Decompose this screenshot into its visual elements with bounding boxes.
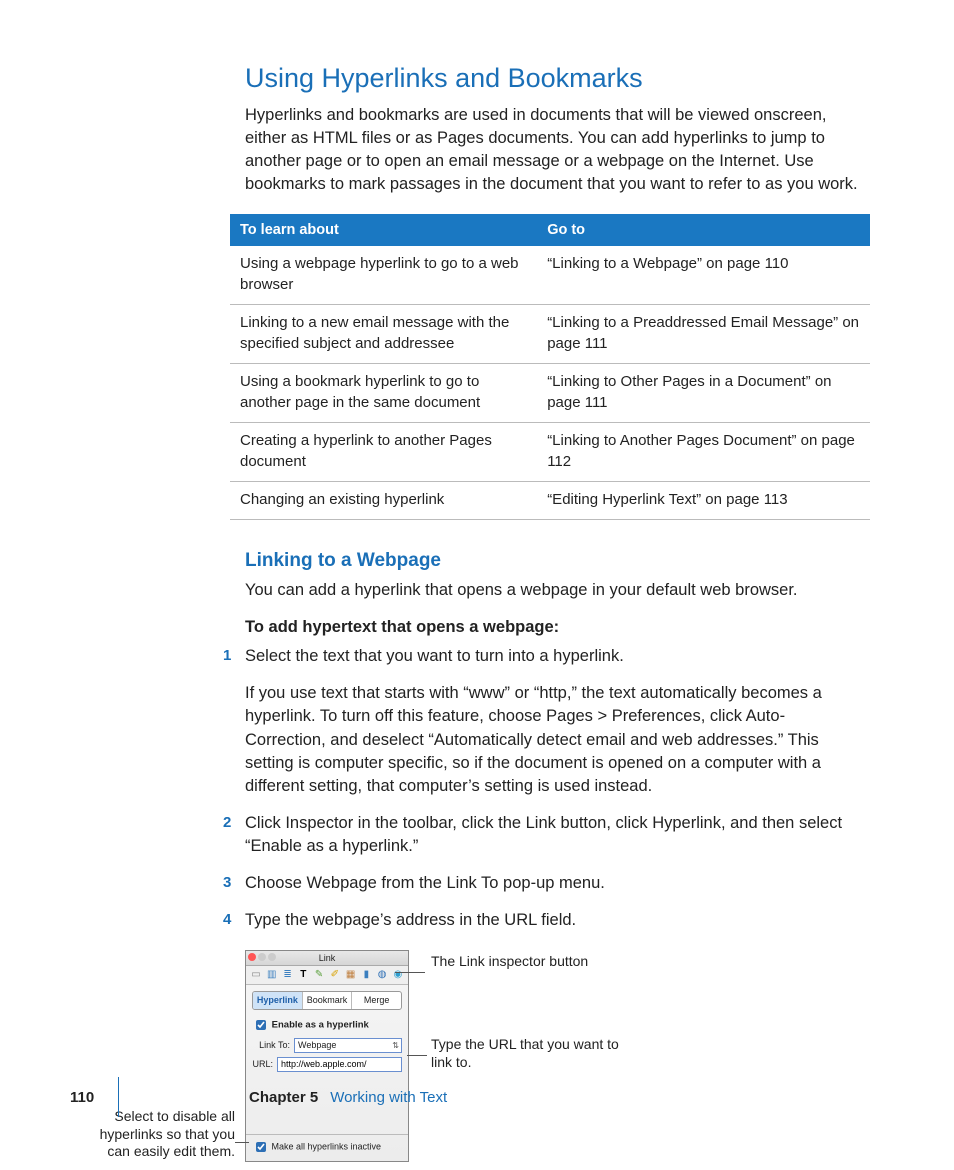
section-heading: Using Hyperlinks and Bookmarks (245, 60, 864, 98)
subsection-intro: You can add a hyperlink that opens a web… (245, 579, 864, 602)
table-cell-learn: Using a bookmark hyperlink to go to anot… (230, 364, 537, 423)
callout-link-button: The Link inspector button (431, 952, 588, 970)
link-inspector-window: Link ▭ ▥ ≣ T ✎ ✐ ▦ ▮ ◍ ◉ Hyperlink Bookm… (245, 950, 409, 1162)
procedure-heading: To add hypertext that opens a webpage: (245, 616, 864, 639)
chapter-label: Chapter 5 (249, 1087, 318, 1108)
document-inspector-icon[interactable]: ▭ (250, 969, 262, 981)
step-extra: If you use text that starts with “www” o… (245, 682, 864, 797)
step-text: Type the webpage’s address in the URL fi… (245, 911, 576, 929)
graphic-inspector-icon[interactable]: ✎ (313, 969, 325, 981)
callout-leader (235, 1142, 249, 1143)
chart-inspector-icon[interactable]: ▮ (360, 969, 372, 981)
table-header-goto: Go to (537, 214, 870, 246)
inactive-row: Make all hyperlinks inactive (246, 1134, 408, 1161)
quicktime-inspector-icon[interactable]: ◉ (392, 969, 404, 981)
table-row: Using a webpage hyperlink to go to a web… (230, 246, 870, 305)
subsection-heading: Linking to a Webpage (245, 548, 864, 575)
wrap-inspector-icon[interactable]: ≣ (282, 969, 294, 981)
intro-paragraph: Hyperlinks and bookmarks are used in doc… (245, 104, 864, 196)
inspector-titlebar: Link (246, 951, 408, 966)
step-text: Click Inspector in the toolbar, click th… (245, 814, 842, 855)
url-label: URL: (252, 1058, 273, 1071)
table-row: Linking to a new email message with the … (230, 305, 870, 364)
enable-hyperlink-label: Enable as a hyperlink (272, 1019, 369, 1030)
step-item: 2 Click Inspector in the toolbar, click … (245, 812, 864, 858)
table-inspector-icon[interactable]: ▦ (345, 969, 357, 981)
url-input[interactable] (277, 1057, 402, 1072)
page-number: 110 (70, 1087, 114, 1108)
enable-hyperlink-checkbox[interactable] (256, 1020, 266, 1030)
table-header-learn: To learn about (230, 214, 537, 246)
step-item: 3 Choose Webpage from the Link To pop-up… (245, 872, 864, 895)
url-field-row: URL: (246, 1055, 408, 1074)
table-cell-learn: Creating a hyperlink to another Pages do… (230, 423, 537, 482)
enable-hyperlink-row: Enable as a hyperlink (246, 1014, 408, 1036)
linkto-field: Link To: Webpage (246, 1036, 408, 1055)
linkto-select[interactable]: Webpage (294, 1038, 402, 1053)
table-cell-learn: Linking to a new email message with the … (230, 305, 537, 364)
table-header-row: To learn about Go to (230, 214, 870, 246)
inspector-title-text: Link (319, 953, 336, 963)
step-number: 3 (223, 872, 231, 893)
link-inspector-icon[interactable]: ◍ (376, 969, 388, 981)
table-row: Using a bookmark hyperlink to go to anot… (230, 364, 870, 423)
step-number: 1 (223, 645, 231, 666)
tab-bookmark[interactable]: Bookmark (303, 992, 353, 1009)
table-cell-goto: “Linking to Other Pages in a Document” o… (537, 364, 870, 423)
minimize-icon (258, 953, 266, 961)
table-cell-goto: “Linking to a Preaddressed Email Message… (537, 305, 870, 364)
zoom-icon (268, 953, 276, 961)
table-cell-goto: “Linking to Another Pages Document” on p… (537, 423, 870, 482)
window-traffic-lights (248, 953, 276, 961)
callout-leader (395, 972, 425, 973)
reference-table: To learn about Go to Using a webpage hyp… (230, 214, 870, 520)
text-inspector-icon[interactable]: T (297, 969, 309, 981)
procedure-steps: 1 Select the text that you want to turn … (245, 645, 864, 932)
tab-hyperlink[interactable]: Hyperlink (253, 992, 303, 1009)
table-cell-learn: Using a webpage hyperlink to go to a web… (230, 246, 537, 305)
table-cell-goto: “Editing Hyperlink Text” on page 113 (537, 482, 870, 520)
chapter-title: Working with Text (330, 1087, 447, 1108)
metrics-inspector-icon[interactable]: ✐ (329, 969, 341, 981)
table-cell-learn: Changing an existing hyperlink (230, 482, 537, 520)
linkto-label: Link To: (252, 1039, 290, 1052)
table-cell-goto: “Linking to a Webpage” on page 110 (537, 246, 870, 305)
step-item: 1 Select the text that you want to turn … (245, 645, 864, 798)
tab-merge[interactable]: Merge (352, 992, 401, 1009)
inspector-icon-toolbar: ▭ ▥ ≣ T ✎ ✐ ▦ ▮ ◍ ◉ (246, 966, 408, 985)
callout-leader (407, 1055, 427, 1056)
page-footer: 110 Chapter 5 Working with Text (70, 1077, 874, 1117)
make-inactive-checkbox[interactable] (256, 1142, 266, 1152)
step-text: Choose Webpage from the Link To pop-up m… (245, 874, 605, 892)
step-number: 4 (223, 909, 231, 930)
layout-inspector-icon[interactable]: ▥ (266, 969, 278, 981)
step-text: Select the text that you want to turn in… (245, 647, 624, 665)
step-item: 4 Type the webpage’s address in the URL … (245, 909, 864, 932)
footer-divider (118, 1077, 119, 1117)
make-inactive-label: Make all hyperlinks inactive (272, 1141, 382, 1151)
inspector-figure: Link ▭ ▥ ≣ T ✎ ✐ ▦ ▮ ◍ ◉ Hyperlink Bookm… (245, 950, 864, 1170)
table-row: Changing an existing hyperlink “Editing … (230, 482, 870, 520)
close-icon[interactable] (248, 953, 256, 961)
step-number: 2 (223, 812, 231, 833)
tab-segmented-control[interactable]: Hyperlink Bookmark Merge (252, 991, 402, 1010)
callout-url-field: Type the URL that you want to link to. (431, 1035, 631, 1071)
table-row: Creating a hyperlink to another Pages do… (230, 423, 870, 482)
